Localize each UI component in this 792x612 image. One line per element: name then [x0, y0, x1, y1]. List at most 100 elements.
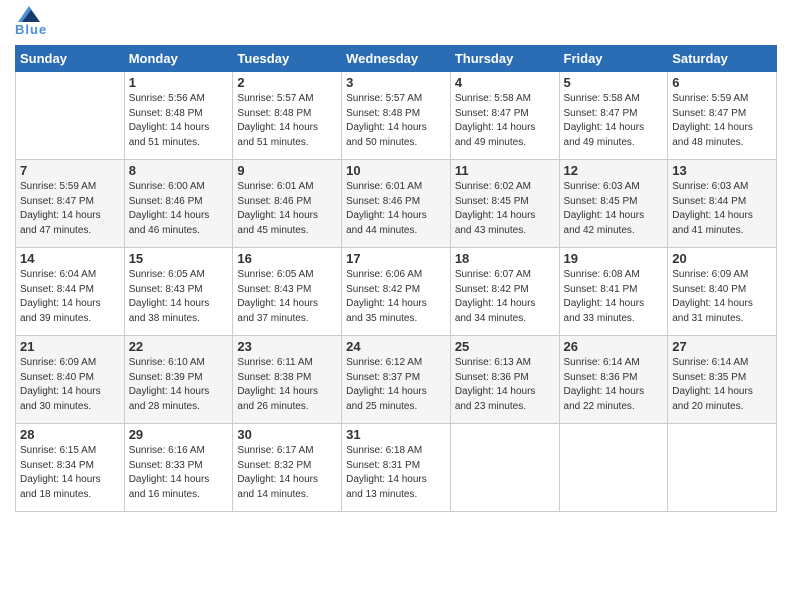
calendar-cell: 21Sunrise: 6:09 AMSunset: 8:40 PMDayligh… — [16, 336, 125, 424]
calendar-cell: 20Sunrise: 6:09 AMSunset: 8:40 PMDayligh… — [668, 248, 777, 336]
calendar-cell: 14 Sunrise: 6:04 AMSunset: 8:44 PMDayligh… — [16, 248, 125, 336]
calendar-cell: 11Sunrise: 6:02 AMSunset: 8:45 PMDayligh… — [450, 160, 559, 248]
logo-icon — [18, 6, 40, 22]
day-info: Sunrise: 5:56 AMSunset: 8:48 PMDaylight:… — [129, 92, 229, 150]
calendar-body: 1 Sunrise: 5:56 AMSunset: 8:48 PMDaylight… — [16, 72, 777, 512]
day-info: Sunrise: 6:10 AMSunset: 8:39 PMDaylight:… — [129, 356, 229, 414]
calendar-cell: 5 Sunrise: 5:58 AMSunset: 8:47 PMDaylight… — [559, 72, 668, 160]
calendar-cell: 17Sunrise: 6:06 AMSunset: 8:42 PMDayligh… — [342, 248, 451, 336]
day-number: 30 — [237, 427, 337, 442]
calendar-cell: 28 Sunrise: 6:15 AMSunset: 8:34 PMDayligh… — [16, 424, 125, 512]
day-info: Sunrise: 6:15 AMSunset: 8:34 PMDaylight:… — [20, 444, 120, 502]
day-number: 12 — [564, 163, 664, 178]
calendar-cell: 16 Sunrise: 6:05 AMSunset: 8:43 PMDayligh… — [233, 248, 342, 336]
logo-sub: Blue — [15, 22, 47, 37]
calendar-cell — [16, 72, 125, 160]
weekday-header-saturday: Saturday — [668, 46, 777, 72]
calendar-cell: 29 Sunrise: 6:16 AMSunset: 8:33 PMDayligh… — [124, 424, 233, 512]
weekday-header-row: SundayMondayTuesdayWednesdayThursdayFrid… — [16, 46, 777, 72]
calendar-cell: 30Sunrise: 6:17 AMSunset: 8:32 PMDayligh… — [233, 424, 342, 512]
calendar-week-row: 14 Sunrise: 6:04 AMSunset: 8:44 PMDayligh… — [16, 248, 777, 336]
day-info: Sunrise: 6:14 AMSunset: 8:35 PMDaylight:… — [672, 356, 772, 414]
day-number: 16 — [237, 251, 337, 266]
weekday-header-monday: Monday — [124, 46, 233, 72]
day-number: 9 — [237, 163, 337, 178]
calendar-week-row: 7 Sunrise: 5:59 AMSunset: 8:47 PMDaylight… — [16, 160, 777, 248]
day-info: Sunrise: 5:58 AMSunset: 8:47 PMDaylight:… — [455, 92, 555, 150]
day-number: 24 — [346, 339, 446, 354]
day-info: Sunrise: 5:58 AMSunset: 8:47 PMDaylight:… — [564, 92, 664, 150]
day-info: Sunrise: 6:18 AMSunset: 8:31 PMDaylight:… — [346, 444, 446, 502]
calendar-cell — [450, 424, 559, 512]
logo: Blue — [15, 10, 47, 37]
weekday-header-wednesday: Wednesday — [342, 46, 451, 72]
day-number: 17 — [346, 251, 446, 266]
day-number: 4 — [455, 75, 555, 90]
day-number: 25 — [455, 339, 555, 354]
day-number: 15 — [129, 251, 229, 266]
calendar-cell: 1 Sunrise: 5:56 AMSunset: 8:48 PMDaylight… — [124, 72, 233, 160]
day-number: 8 — [129, 163, 229, 178]
day-number: 1 — [129, 75, 229, 90]
weekday-header-sunday: Sunday — [16, 46, 125, 72]
day-number: 28 — [20, 427, 120, 442]
day-info: Sunrise: 6:03 AMSunset: 8:44 PMDaylight:… — [672, 180, 772, 238]
day-number: 5 — [564, 75, 664, 90]
calendar-cell: 23 Sunrise: 6:11 AMSunset: 8:38 PMDayligh… — [233, 336, 342, 424]
calendar-cell: 15 Sunrise: 6:05 AMSunset: 8:43 PMDayligh… — [124, 248, 233, 336]
calendar-cell: 25Sunrise: 6:13 AMSunset: 8:36 PMDayligh… — [450, 336, 559, 424]
day-info: Sunrise: 6:05 AMSunset: 8:43 PMDaylight:… — [129, 268, 229, 326]
calendar-cell: 24 Sunrise: 6:12 AMSunset: 8:37 PMDayligh… — [342, 336, 451, 424]
day-info: Sunrise: 6:16 AMSunset: 8:33 PMDaylight:… — [129, 444, 229, 502]
calendar-table: SundayMondayTuesdayWednesdayThursdayFrid… — [15, 45, 777, 512]
day-info: Sunrise: 6:09 AMSunset: 8:40 PMDaylight:… — [20, 356, 120, 414]
day-info: Sunrise: 5:59 AMSunset: 8:47 PMDaylight:… — [672, 92, 772, 150]
day-number: 29 — [129, 427, 229, 442]
day-number: 20 — [672, 251, 772, 266]
calendar-cell: 18 Sunrise: 6:07 AMSunset: 8:42 PMDayligh… — [450, 248, 559, 336]
day-info: Sunrise: 5:57 AMSunset: 8:48 PMDaylight:… — [237, 92, 337, 150]
calendar-cell: 4 Sunrise: 5:58 AMSunset: 8:47 PMDaylight… — [450, 72, 559, 160]
calendar-cell: 7 Sunrise: 5:59 AMSunset: 8:47 PMDaylight… — [16, 160, 125, 248]
day-info: Sunrise: 6:01 AMSunset: 8:46 PMDaylight:… — [346, 180, 446, 238]
calendar-cell: 9Sunrise: 6:01 AMSunset: 8:46 PMDaylight… — [233, 160, 342, 248]
calendar-week-row: 28 Sunrise: 6:15 AMSunset: 8:34 PMDayligh… — [16, 424, 777, 512]
day-number: 2 — [237, 75, 337, 90]
calendar-header: SundayMondayTuesdayWednesdayThursdayFrid… — [16, 46, 777, 72]
calendar-cell: 3 Sunrise: 5:57 AMSunset: 8:48 PMDaylight… — [342, 72, 451, 160]
calendar-cell: 19Sunrise: 6:08 AMSunset: 8:41 PMDayligh… — [559, 248, 668, 336]
calendar-cell: 2 Sunrise: 5:57 AMSunset: 8:48 PMDaylight… — [233, 72, 342, 160]
day-number: 3 — [346, 75, 446, 90]
calendar-week-row: 1 Sunrise: 5:56 AMSunset: 8:48 PMDaylight… — [16, 72, 777, 160]
calendar-cell: 31 Sunrise: 6:18 AMSunset: 8:31 PMDayligh… — [342, 424, 451, 512]
day-number: 18 — [455, 251, 555, 266]
day-info: Sunrise: 6:00 AMSunset: 8:46 PMDaylight:… — [129, 180, 229, 238]
calendar-cell: 27 Sunrise: 6:14 AMSunset: 8:35 PMDayligh… — [668, 336, 777, 424]
weekday-header-friday: Friday — [559, 46, 668, 72]
day-number: 7 — [20, 163, 120, 178]
day-number: 10 — [346, 163, 446, 178]
day-number: 31 — [346, 427, 446, 442]
day-info: Sunrise: 6:02 AMSunset: 8:45 PMDaylight:… — [455, 180, 555, 238]
day-info: Sunrise: 6:11 AMSunset: 8:38 PMDaylight:… — [237, 356, 337, 414]
day-info: Sunrise: 5:59 AMSunset: 8:47 PMDaylight:… — [20, 180, 120, 238]
day-number: 22 — [129, 339, 229, 354]
day-info: Sunrise: 6:14 AMSunset: 8:36 PMDaylight:… — [564, 356, 664, 414]
day-info: Sunrise: 6:04 AMSunset: 8:44 PMDaylight:… — [20, 268, 120, 326]
day-info: Sunrise: 6:05 AMSunset: 8:43 PMDaylight:… — [237, 268, 337, 326]
day-info: Sunrise: 6:07 AMSunset: 8:42 PMDaylight:… — [455, 268, 555, 326]
calendar-cell: 10 Sunrise: 6:01 AMSunset: 8:46 PMDayligh… — [342, 160, 451, 248]
weekday-header-thursday: Thursday — [450, 46, 559, 72]
calendar-cell: 13Sunrise: 6:03 AMSunset: 8:44 PMDayligh… — [668, 160, 777, 248]
calendar-cell: 26Sunrise: 6:14 AMSunset: 8:36 PMDayligh… — [559, 336, 668, 424]
weekday-header-tuesday: Tuesday — [233, 46, 342, 72]
day-number: 14 — [20, 251, 120, 266]
calendar-cell: 6Sunrise: 5:59 AMSunset: 8:47 PMDaylight… — [668, 72, 777, 160]
day-number: 27 — [672, 339, 772, 354]
day-number: 23 — [237, 339, 337, 354]
day-info: Sunrise: 6:12 AMSunset: 8:37 PMDaylight:… — [346, 356, 446, 414]
day-info: Sunrise: 6:03 AMSunset: 8:45 PMDaylight:… — [564, 180, 664, 238]
calendar-cell — [559, 424, 668, 512]
calendar-cell — [668, 424, 777, 512]
day-info: Sunrise: 5:57 AMSunset: 8:48 PMDaylight:… — [346, 92, 446, 150]
